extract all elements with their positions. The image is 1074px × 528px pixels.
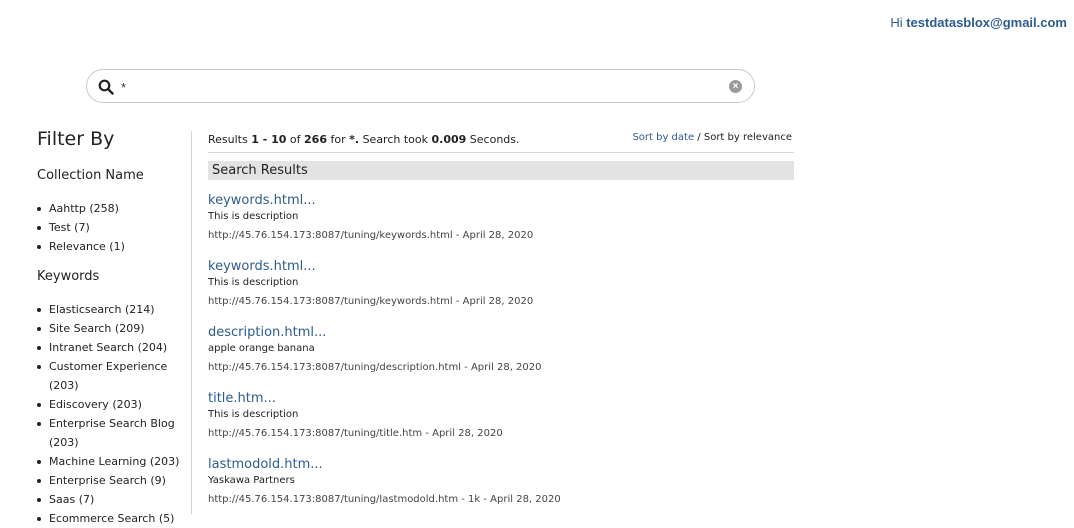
search-bar: × (86, 69, 755, 103)
filter-title: Filter By (37, 128, 115, 150)
result-meta: http://45.76.154.173:8087/tuning/descrip… (208, 362, 542, 373)
result-title-link[interactable]: keywords.html... (208, 192, 798, 209)
result-item: keywords.html... This is description htt… (208, 258, 798, 324)
result-meta: http://45.76.154.173:8087/tuning/title.h… (208, 428, 503, 439)
filter-item[interactable]: Relevance (1) (37, 237, 197, 256)
result-item: description.html... apple orange banana … (208, 324, 798, 390)
filter-item[interactable]: Machine Learning (203) (37, 452, 197, 471)
filter-item[interactable]: Intranet Search (204) (37, 338, 197, 357)
result-meta: http://45.76.154.173:8087/tuning/keyword… (208, 230, 534, 241)
filter-item[interactable]: Enterprise Search (9) (37, 471, 197, 490)
result-description: apple orange banana (208, 343, 315, 354)
sort-by-date-link[interactable]: Sort by date (632, 132, 694, 143)
filter-item[interactable]: Elasticsearch (214) (37, 300, 197, 319)
result-item: lastmodold.htm... Yaskawa Partners http:… (208, 456, 798, 522)
summary-divider (208, 152, 794, 153)
filter-item[interactable]: Test (7) (37, 218, 197, 237)
greeting-prefix: Hi (890, 15, 903, 30)
result-title-link[interactable]: title.htm... (208, 390, 798, 407)
results-summary: Results 1 - 10 of 266 for *. Search took… (208, 133, 520, 146)
search-icon[interactable] (98, 79, 114, 95)
result-description: Yaskawa Partners (208, 475, 295, 486)
sort-by-relevance[interactable]: Sort by relevance (704, 132, 792, 143)
result-item: keywords.html... This is description htt… (208, 192, 798, 258)
sort-separator: / (697, 132, 701, 143)
result-description: This is description (208, 277, 299, 288)
sort-options: Sort by date / Sort by relevance (632, 132, 792, 143)
user-email[interactable]: testdatasblox@gmail.com (906, 15, 1067, 30)
result-meta: http://45.76.154.173:8087/tuning/keyword… (208, 296, 534, 307)
filter-group-keywords: Keywords (37, 269, 100, 284)
filter-item[interactable]: Site Search (209) (37, 319, 197, 338)
filter-item[interactable]: Ediscovery (203) (37, 395, 197, 414)
filter-panel: Filter By Collection Name Aahttp (258) T… (37, 128, 197, 528)
results-list: keywords.html... This is description htt… (208, 192, 798, 522)
collection-list: Aahttp (258) Test (7) Relevance (1) (37, 199, 197, 256)
filter-item[interactable]: Customer Experience (203) (37, 357, 197, 395)
result-meta: http://45.76.154.173:8087/tuning/lastmod… (208, 494, 561, 505)
panel-divider (191, 131, 192, 514)
filter-item[interactable]: Enterprise Search Blog (203) (37, 414, 197, 452)
search-input[interactable] (121, 76, 721, 98)
results-header: Search Results (208, 161, 794, 180)
result-title-link[interactable]: keywords.html... (208, 258, 798, 275)
result-description: This is description (208, 409, 299, 420)
filter-item[interactable]: Ecommerce Search (5) (37, 509, 197, 528)
result-description: This is description (208, 211, 299, 222)
filter-item[interactable]: Aahttp (258) (37, 199, 197, 218)
filter-group-collection: Collection Name (37, 168, 144, 183)
clear-icon[interactable]: × (729, 80, 742, 93)
result-item: title.htm... This is description http://… (208, 390, 798, 456)
user-greeting: Hi testdatasblox@gmail.com (890, 15, 1067, 30)
keywords-list: Elasticsearch (214) Site Search (209) In… (37, 300, 197, 528)
result-title-link[interactable]: description.html... (208, 324, 798, 341)
result-title-link[interactable]: lastmodold.htm... (208, 456, 798, 473)
filter-item[interactable]: Saas (7) (37, 490, 197, 509)
